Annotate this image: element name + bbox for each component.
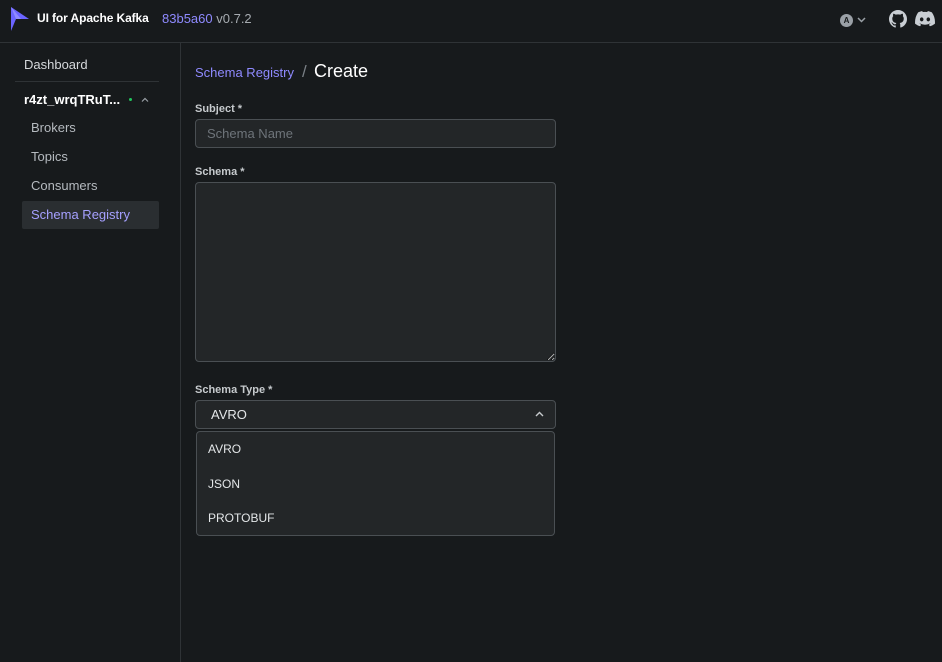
breadcrumb-schema-registry[interactable]: Schema Registry [195,65,294,80]
theme-icon: A [840,13,853,27]
schema-type-selected: AVRO [211,407,247,422]
chevron-up-icon [535,411,544,417]
schema-type-label: Schema Type * [195,384,273,396]
github-icon[interactable] [889,10,907,28]
sidebar-item-consumers[interactable]: Consumers [22,172,159,200]
subject-label: Subject * [195,103,243,115]
top-bar: UI for Apache Kafka 83b5a60 v0.7.2 A [0,0,942,43]
breadcrumb-separator: / [302,62,307,81]
option-avro[interactable]: AVRO [197,432,554,466]
subject-input[interactable] [195,119,556,148]
version-number: v0.7.2 [216,11,252,26]
kafka-logo-icon[interactable] [9,6,31,32]
app-title[interactable]: UI for Apache Kafka [37,11,149,25]
sidebar-item-schema-registry[interactable]: Schema Registry [22,201,159,229]
sidebar-cluster-toggle[interactable]: r4zt_wrqTRuT... [15,88,159,110]
chevron-up-icon [141,97,149,102]
page-title: Create [314,61,369,81]
theme-toggle[interactable]: A [840,12,872,28]
schema-label: Schema * [195,166,245,178]
sidebar-item-brokers[interactable]: Brokers [22,114,159,142]
commit-link[interactable]: 83b5a60 [162,11,213,26]
cluster-name: r4zt_wrqTRuT... [24,91,121,107]
option-json[interactable]: JSON [197,467,554,501]
chevron-down-icon [857,17,866,23]
option-protobuf[interactable]: PROTOBUF [197,501,554,535]
schema-type-select[interactable]: AVRO [195,400,556,429]
cluster-status-dot [129,97,133,101]
sidebar: Dashboard r4zt_wrqTRuT... Brokers Topics… [0,43,181,662]
discord-icon[interactable] [915,11,935,27]
sidebar-item-dashboard[interactable]: Dashboard [15,53,159,82]
schema-textarea[interactable] [195,182,556,362]
schema-type-dropdown: AVRO JSON PROTOBUF [196,431,555,536]
sidebar-item-topics[interactable]: Topics [22,143,159,171]
version-info: 83b5a60 v0.7.2 [162,11,252,26]
